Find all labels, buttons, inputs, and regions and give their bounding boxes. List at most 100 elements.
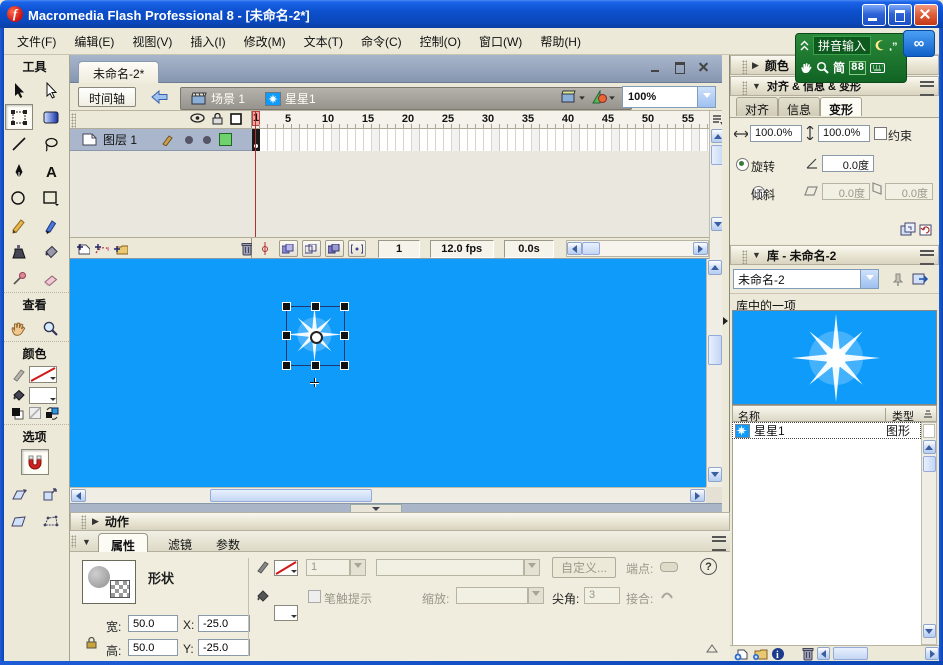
frame-rate-indicator[interactable]: 12.0 fps (429, 239, 494, 258)
ime-collapse-icon[interactable] (800, 40, 809, 52)
transform-handle[interactable] (340, 331, 349, 340)
swap-colors-button[interactable] (44, 406, 59, 420)
edit-multiple-frames-button[interactable] (324, 240, 344, 257)
playhead-line[interactable] (255, 111, 256, 237)
library-panel-header[interactable]: ▼ 库 - 未命名-2 (730, 245, 939, 265)
tab-parameters[interactable]: 参数 (204, 533, 252, 552)
transform-handle[interactable] (282, 302, 291, 311)
zoom-tool[interactable] (37, 315, 65, 341)
insert-layer-button[interactable] (76, 242, 91, 256)
minimize-button[interactable] (862, 4, 886, 26)
menu-file[interactable]: 文件(F) (8, 30, 65, 53)
no-color-button[interactable] (27, 406, 42, 420)
center-frame-button[interactable] (256, 240, 275, 257)
close-button[interactable] (914, 4, 938, 26)
new-folder-button[interactable] (752, 647, 769, 661)
paint-bucket-tool[interactable] (37, 239, 65, 265)
default-colors-button[interactable] (10, 406, 25, 420)
tab-transform[interactable]: 变形 (820, 97, 863, 117)
scroll-right-button[interactable] (693, 242, 708, 255)
onion-skin-outlines-button[interactable] (301, 240, 321, 257)
doc-minimize-button[interactable] (648, 60, 664, 74)
hand-tool[interactable] (5, 315, 33, 341)
zoom-level-combo[interactable]: 100% (622, 86, 716, 108)
onion-skin-button[interactable] (278, 240, 298, 257)
library-doc-dropdown-button[interactable] (860, 270, 878, 288)
pen-tool[interactable] (5, 158, 33, 184)
delete-layer-trash-button[interactable] (240, 241, 252, 256)
add-motion-guide-button[interactable] (94, 242, 110, 256)
rotate-skew-option[interactable] (5, 481, 33, 507)
fill-color-swatch[interactable] (29, 387, 57, 404)
transform-handle[interactable] (340, 361, 349, 370)
menu-window[interactable]: 窗口(W) (470, 30, 531, 53)
reset-transform-button[interactable] (918, 222, 934, 237)
stage-v-thumb[interactable] (707, 335, 722, 365)
menu-help[interactable]: 帮助(H) (531, 30, 590, 53)
stage-scroll-down-button[interactable] (707, 467, 722, 482)
h-scale-field[interactable]: 100.0% (750, 125, 802, 142)
lib-scroll-thumb[interactable] (922, 456, 936, 472)
ime-fullwidth-toggle[interactable]: 88 (849, 60, 867, 75)
stroke-color-control[interactable] (274, 560, 298, 576)
lib-h-thumb[interactable] (832, 647, 868, 660)
breadcrumb-scene[interactable]: 场景 1 (181, 90, 255, 107)
free-transform-selection-box[interactable] (282, 302, 349, 370)
layer-frames-row[interactable] (252, 129, 709, 152)
eraser-tool[interactable] (37, 266, 65, 292)
transform-handle[interactable] (311, 302, 320, 311)
y-field[interactable] (198, 639, 250, 656)
width-field[interactable] (128, 615, 178, 632)
panel-menu-icon[interactable] (712, 536, 726, 551)
item-properties-button[interactable]: i (771, 647, 785, 661)
stage-h-thumb[interactable] (210, 489, 372, 502)
stage-scroll-up-button[interactable] (707, 260, 722, 275)
constrain-lock-icon[interactable] (86, 636, 97, 649)
selection-tool[interactable] (5, 77, 33, 103)
layer-outline-color-swatch[interactable] (219, 133, 232, 146)
panel-gripper[interactable] (71, 535, 76, 548)
panel-menu-icon[interactable] (920, 250, 934, 265)
copy-and-apply-transform-button[interactable] (900, 222, 916, 237)
oval-tool[interactable] (5, 185, 33, 211)
library-document-combo[interactable]: 未命名-2 (733, 269, 879, 289)
lib-scroll-right-button[interactable] (925, 647, 939, 660)
panel-gripper[interactable] (81, 514, 86, 529)
scroll-left-button[interactable] (567, 242, 583, 255)
ime-moon-icon[interactable] (875, 40, 885, 51)
free-transform-tool[interactable] (4, 104, 33, 130)
snap-to-objects-toggle[interactable] (20, 449, 49, 475)
layer-row[interactable]: 图层 1 (70, 129, 252, 151)
tab-align[interactable]: 对齐 (736, 97, 779, 117)
transformation-point[interactable] (310, 331, 323, 344)
constrain-checkbox[interactable] (874, 127, 887, 140)
panel-collapse-triangle-icon[interactable] (706, 644, 718, 653)
library-v-scrollbar[interactable] (921, 422, 937, 645)
line-tool[interactable] (5, 131, 33, 157)
edit-scene-button[interactable] (561, 90, 586, 104)
panel-gripper[interactable] (742, 81, 747, 95)
tab-info[interactable]: 信息 (778, 97, 821, 117)
lib-scroll-up-button[interactable] (922, 440, 936, 454)
tab-properties[interactable]: 属性 (98, 533, 149, 553)
new-symbol-button[interactable] (734, 647, 749, 661)
delete-item-trash-button[interactable] (801, 646, 814, 661)
distort-option[interactable] (5, 508, 33, 534)
fill-color-control[interactable] (274, 605, 298, 621)
transform-handle[interactable] (282, 361, 291, 370)
properties-divider[interactable] (70, 503, 730, 514)
menu-modify[interactable]: 修改(M) (235, 30, 295, 53)
layer-lock-dot[interactable] (203, 135, 211, 144)
stage-scroll-left-button[interactable] (71, 489, 86, 502)
sort-order-icon[interactable] (922, 409, 934, 419)
help-button[interactable]: ? (700, 558, 717, 575)
brush-tool[interactable] (37, 212, 65, 238)
rotate-radio[interactable] (736, 158, 749, 171)
stroke-color-swatch[interactable] (29, 366, 57, 383)
expanded-arrow-icon[interactable]: ▼ (82, 537, 91, 547)
actions-panel-header[interactable]: ▶ 动作 (70, 512, 730, 531)
transform-handle[interactable] (282, 331, 291, 340)
stage-h-scrollbar[interactable] (70, 487, 706, 503)
x-field[interactable] (198, 615, 250, 632)
timeline-toggle-button[interactable]: 时间轴 (78, 87, 137, 107)
